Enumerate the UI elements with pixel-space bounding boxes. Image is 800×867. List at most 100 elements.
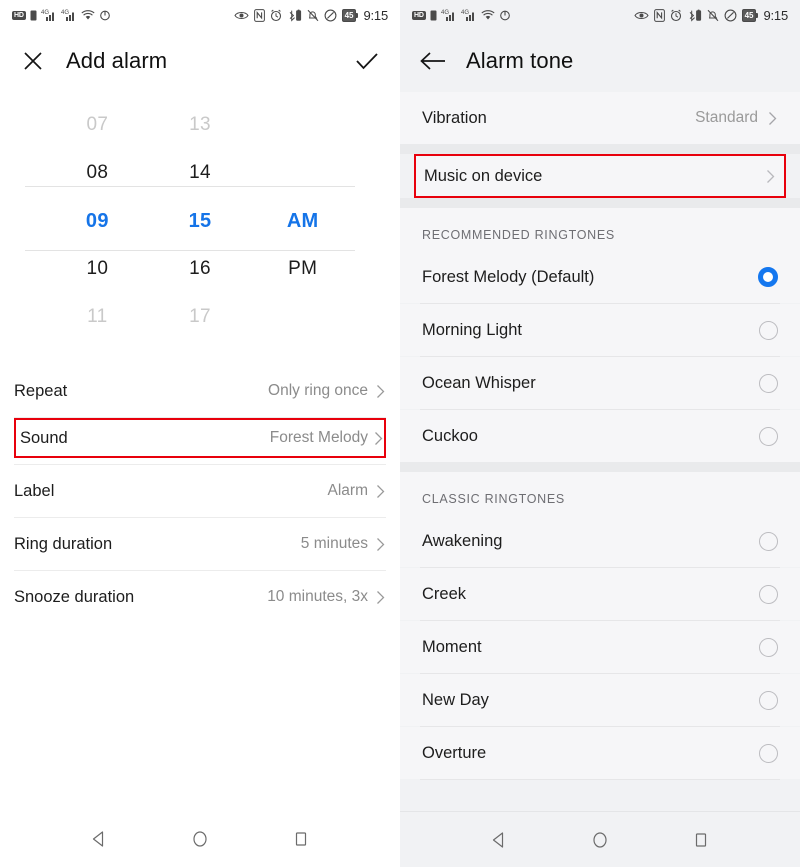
eye-comfort-icon — [633, 10, 649, 21]
setting-value: Alarm — [327, 482, 368, 499]
back-arrow-icon[interactable] — [418, 46, 448, 76]
setting-value: 5 minutes — [300, 535, 368, 552]
minute-option[interactable]: 16 — [149, 245, 252, 293]
radio-button[interactable] — [759, 743, 778, 763]
svg-text:4G: 4G — [461, 10, 469, 16]
ringtone-label: Ocean Whisper — [422, 373, 536, 392]
nav-back-triangle-icon[interactable] — [79, 819, 119, 859]
radio-button[interactable] — [759, 320, 778, 340]
chevron-right-icon — [376, 383, 386, 399]
section-header-recommended: RECOMMENDED RINGTONES — [400, 208, 800, 251]
setting-label: Label — [14, 481, 55, 500]
time-picker-columns: 07 08 09 10 11 13 14 15 16 17 AM PM — [0, 98, 400, 343]
nav-back-triangle-icon[interactable] — [479, 820, 519, 860]
row-music-on-device[interactable]: Music on device — [414, 154, 786, 198]
row-vibration[interactable]: Vibration Standard — [400, 92, 800, 144]
ringtone-row[interactable]: Moment — [400, 621, 800, 673]
ringtone-label: Forest Melody (Default) — [422, 267, 595, 286]
radio-button[interactable] — [759, 637, 778, 657]
minute-option[interactable]: 13 — [149, 101, 252, 149]
hour-option[interactable]: 11 — [46, 293, 149, 341]
setting-label: Sound — [20, 428, 68, 447]
ringtone-row[interactable]: Overture — [400, 727, 800, 779]
minute-option-selected[interactable]: 15 — [149, 197, 252, 245]
svg-text:4G: 4G — [61, 10, 69, 16]
setting-row-repeat[interactable]: Repeat Only ring once — [14, 365, 386, 417]
minute-option[interactable]: 17 — [149, 293, 252, 341]
check-icon[interactable] — [352, 46, 382, 76]
minute-option[interactable]: 14 — [149, 149, 252, 197]
row-label: Vibration — [422, 108, 487, 127]
chevron-right-icon — [376, 589, 386, 605]
radio-button[interactable] — [759, 426, 778, 446]
setting-row-ring-duration[interactable]: Ring duration 5 minutes — [14, 518, 386, 570]
setting-value: Forest Melody — [269, 429, 368, 446]
add-alarm-appbar: Add alarm — [0, 30, 400, 92]
status-bar-clock: 9:15 — [363, 7, 388, 23]
ringtone-row[interactable]: Forest Melody (Default) — [400, 251, 800, 303]
setting-label: Ring duration — [14, 534, 113, 553]
ringtone-label: New Day — [422, 690, 489, 709]
chevron-right-icon — [768, 110, 778, 126]
radio-button[interactable] — [759, 690, 778, 710]
hour-option[interactable]: 08 — [46, 149, 149, 197]
radio-button-selected[interactable] — [758, 267, 778, 287]
nav-home-circle-icon[interactable] — [180, 819, 220, 859]
chevron-right-icon — [374, 430, 384, 446]
ringtone-row[interactable]: Cuckoo — [400, 410, 800, 462]
radio-button[interactable] — [759, 531, 778, 551]
time-picker[interactable]: 07 08 09 10 11 13 14 15 16 17 AM PM — [0, 98, 400, 343]
hour-option[interactable]: 07 — [46, 101, 149, 149]
ringtone-row[interactable]: Ocean Whisper — [400, 357, 800, 409]
svg-text:4G: 4G — [441, 10, 449, 16]
meridiem-option[interactable]: PM — [251, 245, 354, 293]
ringtone-row[interactable]: Morning Light — [400, 304, 800, 356]
ringtone-row[interactable]: Creek — [400, 568, 800, 620]
section-gap — [400, 144, 800, 154]
alarm-clock-icon — [270, 9, 282, 22]
nav-home-circle-icon[interactable] — [580, 820, 620, 860]
hour-option[interactable]: 10 — [46, 245, 149, 293]
setting-row-label[interactable]: Label Alarm — [14, 465, 386, 517]
ringtone-label: Creek — [422, 584, 467, 603]
meridiem-wheel[interactable]: AM PM — [251, 98, 354, 343]
minute-wheel[interactable]: 13 14 15 16 17 — [149, 98, 252, 343]
data-saver-icon — [499, 9, 511, 21]
radio-button[interactable] — [759, 584, 778, 604]
alarm-settings-list: Repeat Only ring once Sound Forest Melod… — [0, 365, 400, 623]
ringtone-row[interactable]: Awakening — [400, 515, 800, 567]
nfc-icon — [653, 8, 665, 22]
bluetooth-battery-icon — [687, 9, 702, 22]
hour-option-selected[interactable]: 09 — [46, 197, 149, 245]
meridiem-blank — [251, 101, 354, 149]
setting-label: Repeat — [14, 381, 68, 400]
setting-row-sound[interactable]: Sound Forest Melody — [14, 418, 386, 458]
meridiem-option-selected[interactable]: AM — [251, 197, 354, 245]
radio-button[interactable] — [759, 373, 778, 393]
nav-recents-square-icon[interactable] — [281, 819, 321, 859]
ringtone-row[interactable]: New Day — [400, 674, 800, 726]
hour-wheel[interactable]: 07 08 09 10 11 — [46, 98, 149, 343]
sim-icon — [430, 10, 437, 21]
row-value: Standard — [695, 109, 758, 126]
setting-row-snooze-duration[interactable]: Snooze duration 10 minutes, 3x — [14, 571, 386, 623]
wifi-icon — [481, 9, 495, 21]
signal-bars-1-icon: 4G — [441, 9, 457, 21]
time-picker-divider-top — [25, 186, 355, 187]
meridiem-blank — [251, 149, 354, 197]
alarm-tone-appbar: Alarm tone — [400, 30, 800, 92]
setting-value: 10 minutes, 3x — [267, 588, 368, 605]
nav-recents-square-icon[interactable] — [681, 820, 721, 860]
dual-screenshot-container: HD 4G 4G 45 9:15 Add alarm 07 08 09 10 1… — [0, 0, 800, 867]
alarm-tone-list[interactable]: Vibration Standard Music on device RECOM… — [400, 92, 800, 811]
status-bar-right-icons: 45 9:15 — [633, 8, 788, 23]
ringtone-label: Morning Light — [422, 320, 522, 339]
meridiem-blank — [251, 293, 354, 341]
ringtone-label: Overture — [422, 743, 487, 762]
section-header-classic: CLASSIC RINGTONES — [400, 472, 800, 515]
nfc-icon — [253, 8, 265, 22]
status-bar-right-icons: 45 9:15 — [233, 7, 388, 23]
section-gap — [400, 198, 800, 208]
close-icon[interactable] — [18, 46, 48, 76]
battery-level-indicator: 45 — [341, 8, 359, 22]
